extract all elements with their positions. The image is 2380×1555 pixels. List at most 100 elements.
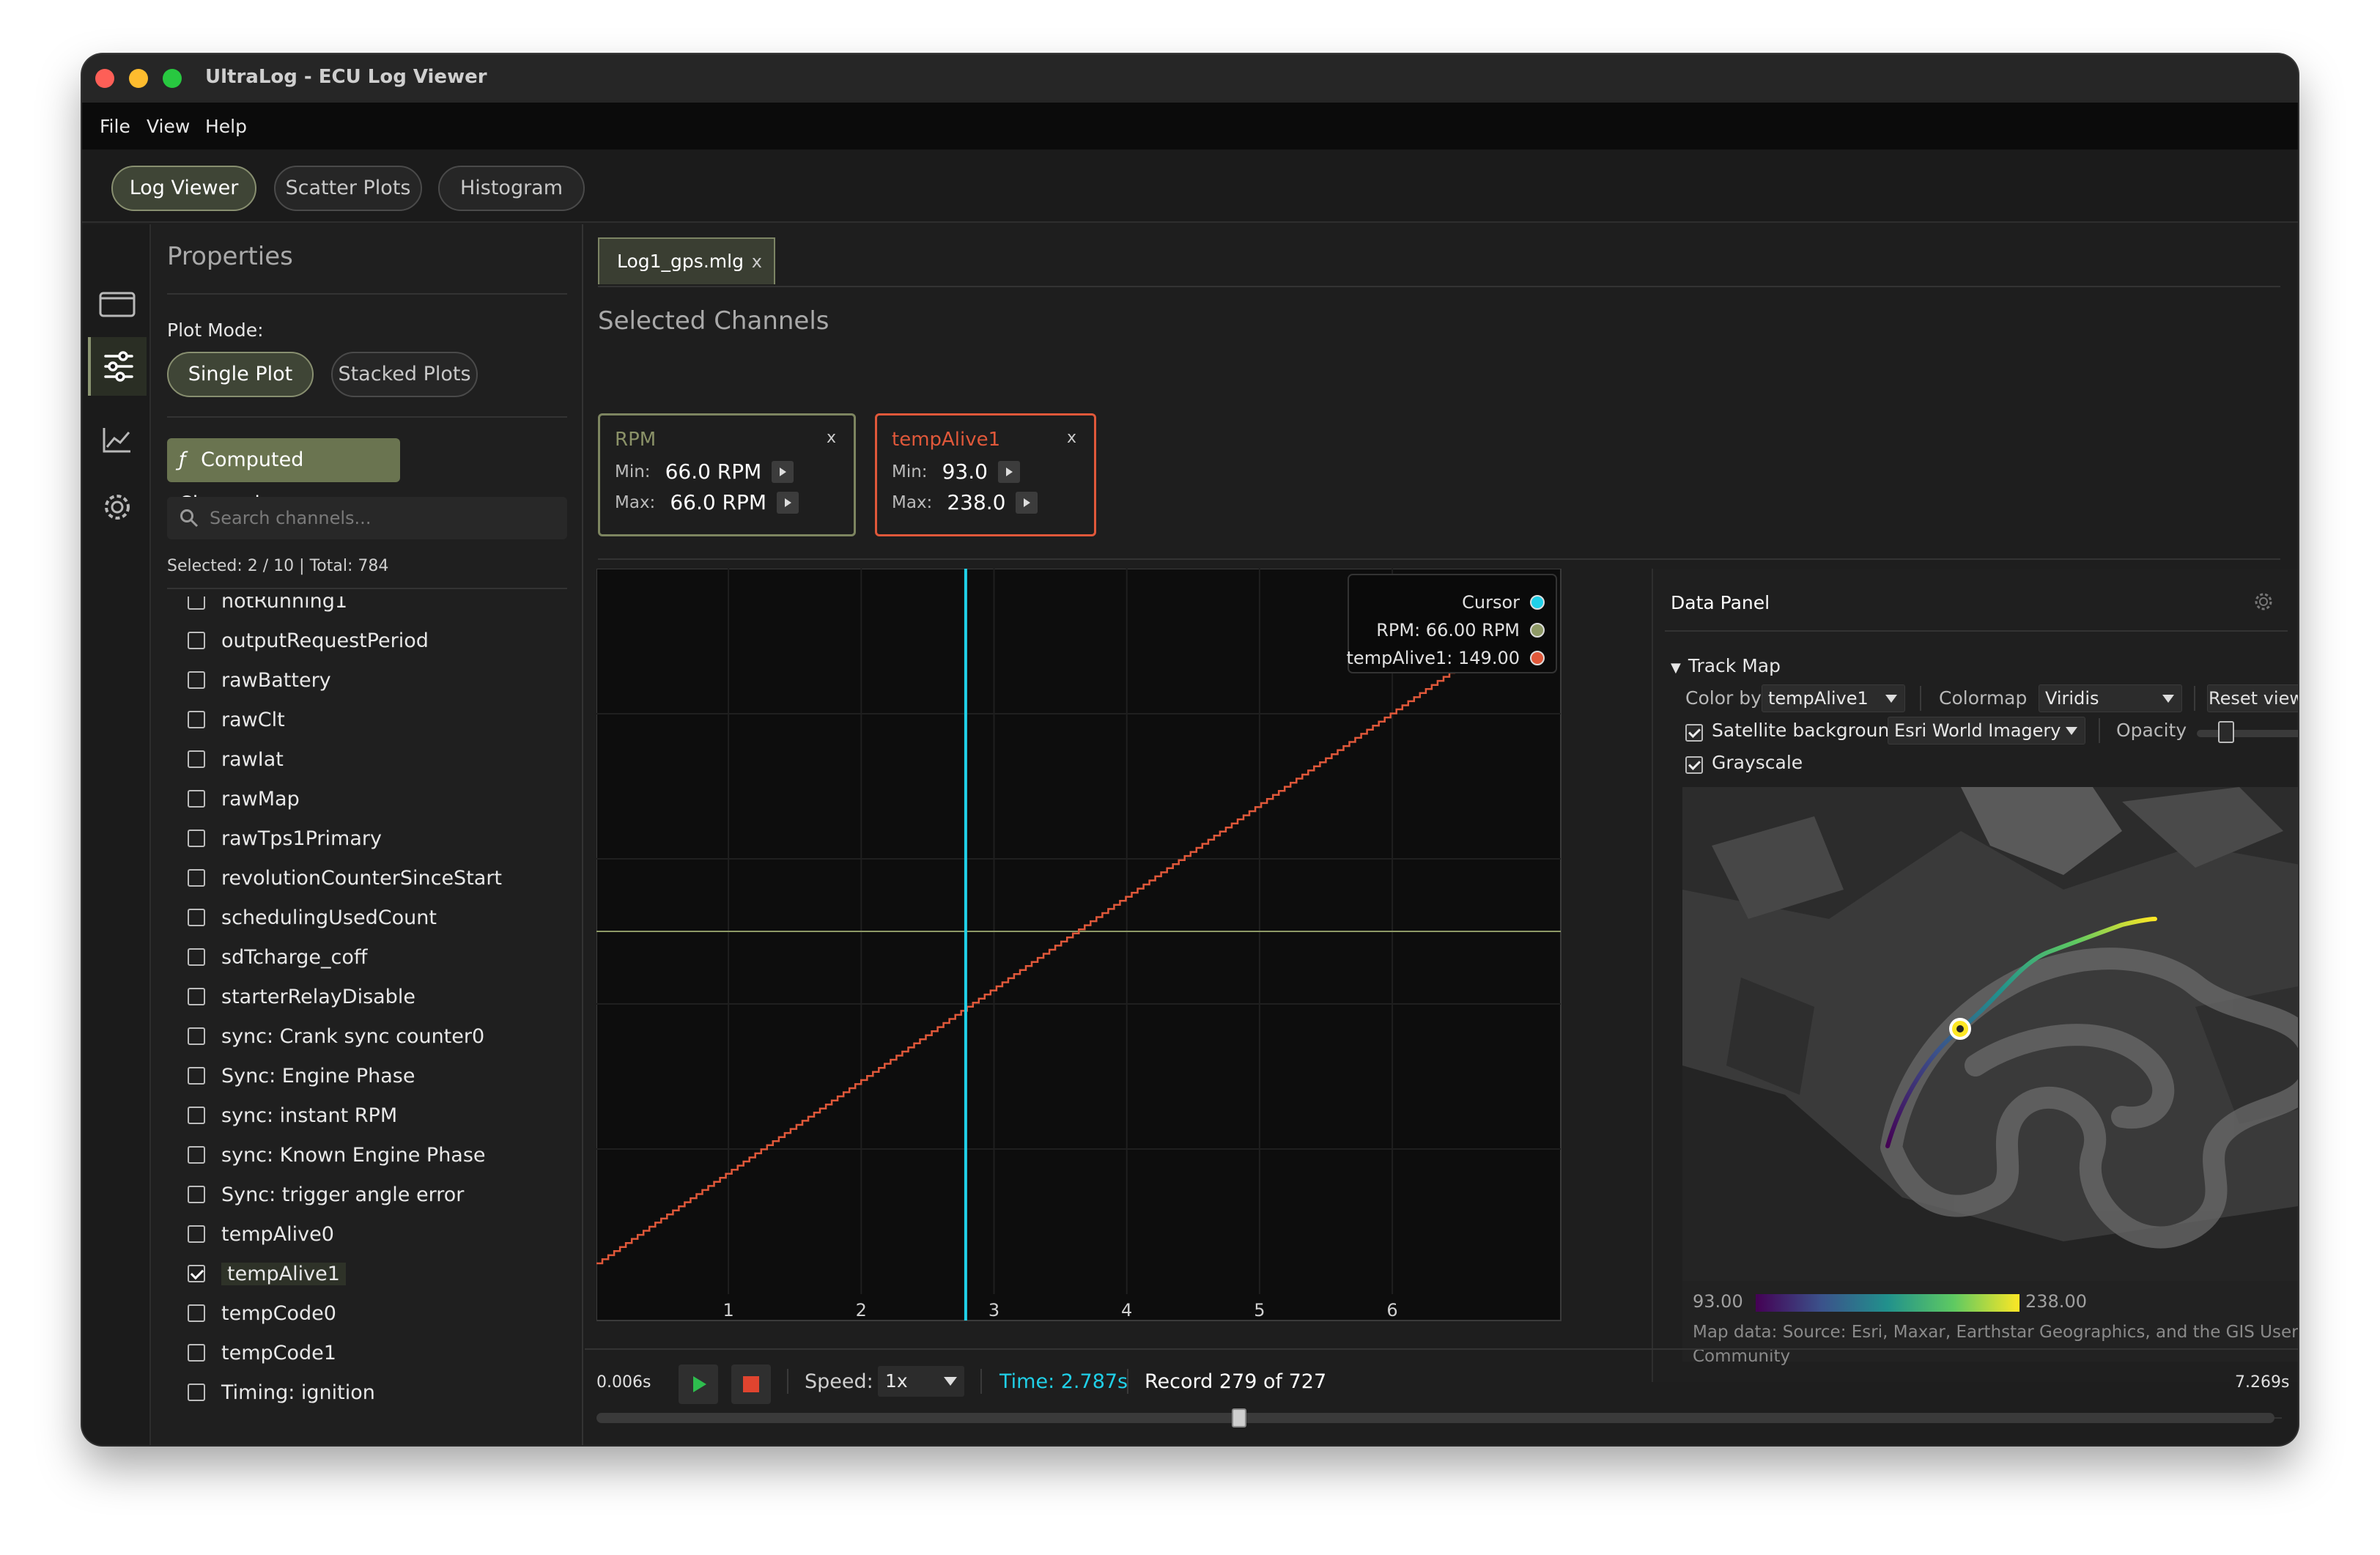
channel-name: Timing: ignition <box>221 1381 375 1404</box>
channel-item[interactable]: tempCode1 <box>188 1338 336 1367</box>
channel-checkbox[interactable] <box>188 1107 205 1124</box>
channel-item[interactable]: sync: instant RPM <box>188 1101 397 1130</box>
channel-item[interactable]: tempAlive1 <box>188 1259 346 1288</box>
channel-item[interactable]: revolutionCounterSinceStart <box>188 863 502 893</box>
min-value: 66.0 RPM <box>665 459 762 484</box>
jump-to-min-button[interactable] <box>997 460 1020 483</box>
channel-checkbox[interactable] <box>188 1304 205 1322</box>
channel-item[interactable]: rawIat <box>188 745 284 774</box>
remove-channel-button[interactable]: x <box>827 429 836 447</box>
channel-item[interactable]: starterRelayDisable <box>188 982 415 1011</box>
channel-checkbox[interactable] <box>188 1146 205 1164</box>
channel-item[interactable]: tempAlive0 <box>188 1219 334 1249</box>
channel-item[interactable]: outputRequestPeriod <box>188 626 429 655</box>
opacity-slider[interactable] <box>2197 721 2298 743</box>
rail-properties[interactable] <box>88 337 147 396</box>
map-attribution: Map data: Source: Esri, Maxar, Earthstar… <box>1693 1323 2298 1366</box>
tab-log-viewer[interactable]: Log Viewer <box>111 166 256 211</box>
channel-item[interactable]: rawMap <box>188 784 300 813</box>
opacity-slider-thumb[interactable] <box>2218 721 2234 743</box>
timeline-slider[interactable] <box>596 1413 2274 1423</box>
channel-item[interactable]: Sync: Engine Phase <box>188 1061 415 1090</box>
close-file-tab-button[interactable]: x <box>752 239 762 284</box>
channel-card-rpm[interactable]: RPM x Min: 66.0 RPM Max: 66.0 RPM <box>598 413 856 536</box>
channel-item[interactable]: notRunning1 <box>188 596 347 616</box>
channel-checkbox[interactable] <box>188 830 205 847</box>
tab-histogram[interactable]: Histogram <box>438 166 585 211</box>
channel-item[interactable]: Sync: trigger angle error <box>188 1180 464 1209</box>
channel-item[interactable]: rawTps1Primary <box>188 824 382 853</box>
settings-icon[interactable] <box>2252 591 2274 613</box>
play-button[interactable] <box>679 1364 718 1404</box>
channel-item[interactable]: Timing: ignition <box>188 1378 375 1407</box>
channel-checkbox[interactable] <box>188 596 205 610</box>
minimize-window-button[interactable] <box>129 69 148 88</box>
colormap-value: Viridis <box>2045 688 2099 709</box>
file-tab[interactable]: Log1_gps.mlg x <box>598 237 775 284</box>
channel-item[interactable]: rawBattery <box>188 665 331 695</box>
jump-to-max-button[interactable] <box>777 491 799 514</box>
channel-checkbox[interactable] <box>188 1067 205 1085</box>
channel-name: Sync: trigger angle error <box>221 1183 465 1206</box>
channel-checkbox[interactable] <box>188 750 205 768</box>
timeline-slider-thumb[interactable] <box>1231 1408 1246 1427</box>
speed-select[interactable]: 1x <box>878 1366 964 1397</box>
jump-to-min-button[interactable] <box>772 460 794 483</box>
track-map-header[interactable]: ▼ Track Map <box>1671 655 1781 676</box>
main-area: Log1_gps.mlg x Selected Channels RPM x M… <box>585 224 2298 1445</box>
grayscale-checkbox[interactable] <box>1685 756 1703 774</box>
channel-item[interactable]: sync: Known Engine Phase <box>188 1140 486 1170</box>
channel-item[interactable]: sdTcharge_coff <box>188 942 367 972</box>
track-map[interactable] <box>1682 787 2298 1281</box>
channel-item[interactable]: schedulingUsedCount <box>188 903 437 932</box>
channel-checkbox[interactable] <box>188 869 205 887</box>
channel-search <box>167 497 567 539</box>
colormap-select[interactable]: Viridis <box>2039 684 2182 712</box>
channel-checkbox[interactable] <box>188 1225 205 1243</box>
channel-card-tempalive1[interactable]: tempAlive1 x Min: 93.0 Max: 238.0 <box>875 413 1096 536</box>
channel-checkbox[interactable] <box>188 632 205 649</box>
channel-item[interactable]: tempCode0 <box>188 1299 336 1328</box>
legend-tempalive1-label: tempAlive1: 149.00 <box>1347 648 1520 668</box>
channel-checkbox[interactable] <box>188 1344 205 1362</box>
single-plot-button[interactable]: Single Plot <box>167 352 314 397</box>
channel-checkbox[interactable] <box>188 988 205 1005</box>
plot-area <box>596 569 1562 1321</box>
max-value: 66.0 RPM <box>670 490 767 514</box>
channel-checkbox[interactable] <box>188 909 205 926</box>
menu-help[interactable]: Help <box>205 116 247 137</box>
channel-checkbox[interactable] <box>188 671 205 689</box>
stacked-plots-button[interactable]: Stacked Plots <box>331 352 478 397</box>
computed-channels-button[interactable]: ƒ Computed Channels <box>167 438 400 515</box>
channel-checkbox[interactable] <box>188 1027 205 1045</box>
tab-scatter-plots[interactable]: Scatter Plots <box>274 166 422 211</box>
time-series-chart[interactable]: 1 2 3 4 5 6 Cursor RPM: 66.00 RPM tempAlive1: 1… <box>596 569 1564 1345</box>
search-input[interactable] <box>210 506 554 531</box>
satellite-checkbox[interactable] <box>1685 724 1703 742</box>
reset-view-button[interactable]: Reset view <box>2207 684 2298 712</box>
close-window-button[interactable] <box>95 69 114 88</box>
rail-settings[interactable] <box>88 478 147 536</box>
channel-checkbox[interactable] <box>188 790 205 808</box>
menu-view[interactable]: View <box>147 116 190 137</box>
channel-item[interactable]: sync: Crank sync counter0 <box>188 1022 484 1051</box>
channel-checkbox[interactable] <box>188 1384 205 1401</box>
channel-checkbox[interactable] <box>188 711 205 728</box>
rail-files[interactable] <box>88 274 147 333</box>
divider <box>1920 686 1921 711</box>
basemap-select[interactable]: Esri World Imagery <box>1888 717 2085 745</box>
color-by-select[interactable]: tempAlive1 <box>1762 684 1905 712</box>
remove-channel-button[interactable]: x <box>1067 429 1076 447</box>
channel-checkbox[interactable] <box>188 948 205 966</box>
divider <box>167 416 567 418</box>
jump-to-max-button[interactable] <box>1016 491 1038 514</box>
stop-button[interactable] <box>731 1364 771 1404</box>
channel-checkbox[interactable] <box>188 1265 205 1282</box>
min-label: Min: <box>615 462 651 481</box>
channel-item[interactable]: rawClt <box>188 705 285 734</box>
channel-checkbox[interactable] <box>188 1186 205 1203</box>
rail-charts[interactable] <box>88 410 147 469</box>
zoom-window-button[interactable] <box>163 69 182 88</box>
menu-file[interactable]: File <box>100 116 130 137</box>
channel-list[interactable]: notRunning1 outputRequestPeriod rawBattery… <box>152 596 563 1439</box>
